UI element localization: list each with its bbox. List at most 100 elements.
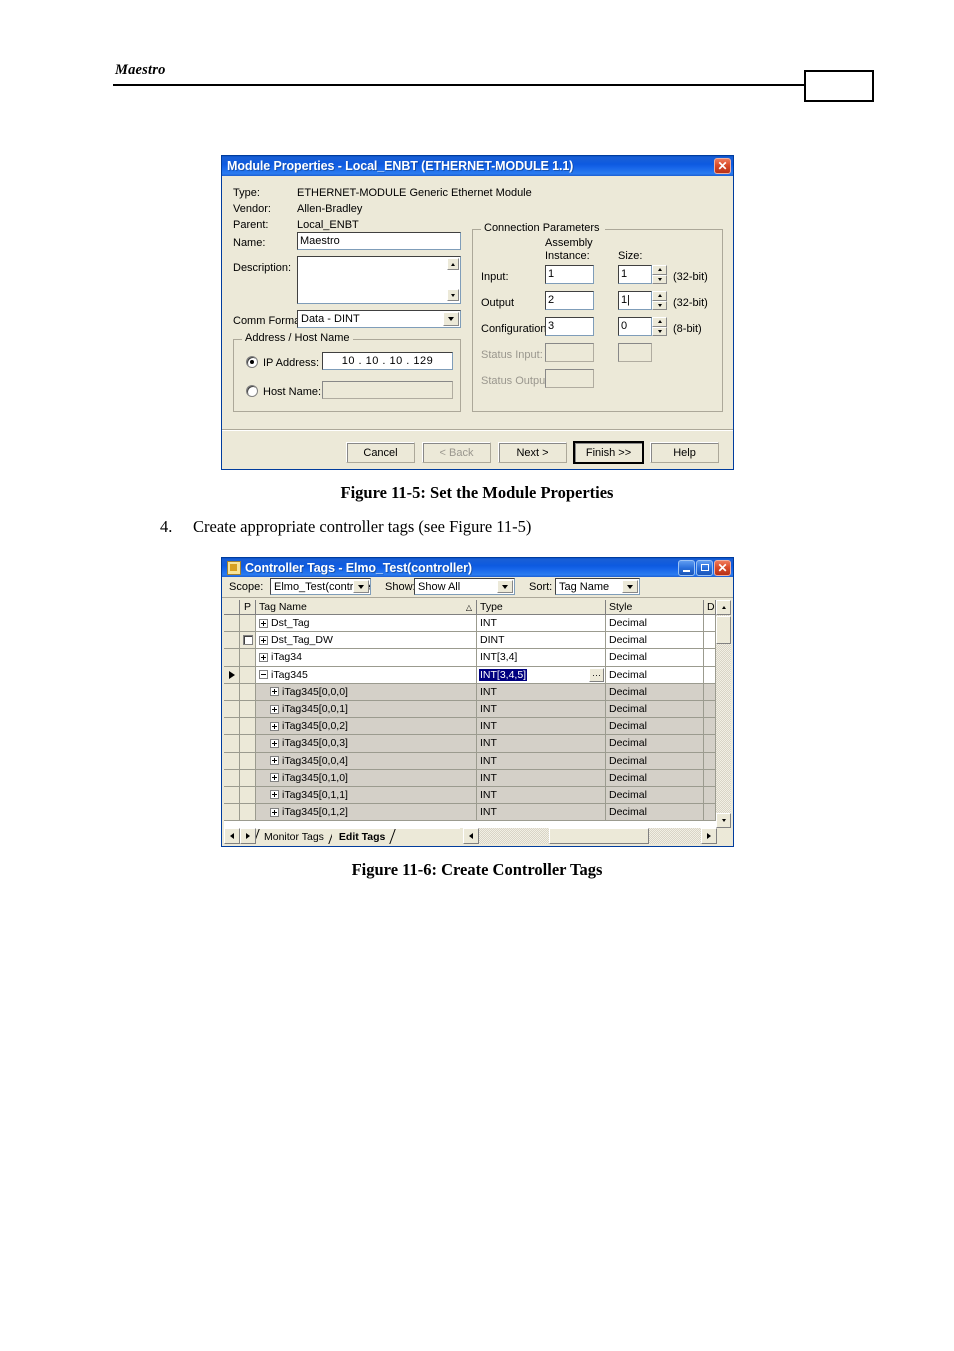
chevron-down-icon[interactable] [353,580,369,593]
scrollbar-track[interactable] [716,615,731,813]
tag-name-cell[interactable]: Dst_Tag [256,615,477,633]
expand-icon[interactable] [270,773,279,783]
row-selector-cell[interactable] [224,649,240,667]
tag-name-cell[interactable]: Dst_Tag_DW [256,632,477,650]
tag-style-cell[interactable]: Decimal [606,735,704,753]
close-icon[interactable]: ✕ [714,559,731,576]
tab-scroll-left-button[interactable] [224,828,240,844]
tag-name-cell[interactable]: iTag345[0,0,4] [256,752,477,770]
row-p-cell[interactable] [240,615,256,633]
tag-name-cell[interactable]: iTag345[0,0,2] [256,718,477,736]
tag-type-cell[interactable]: INT[3,4] [477,649,606,667]
name-input[interactable]: Maestro [297,232,461,250]
tag-style-cell[interactable]: Decimal [606,615,704,633]
tag-description-cell[interactable] [704,718,716,736]
row-selector-cell[interactable] [224,752,240,770]
ip-address-input[interactable]: 10 . 10 . 10 . 129 [322,352,453,370]
tags-grid[interactable]: P Tag Name △ Type Style D Dst_Tag INT Deci… [224,600,731,828]
table-row[interactable]: Dst_Tag_DW DINT Decimal [224,632,731,650]
table-row[interactable]: iTag345[0,1,0] INT Decimal [224,769,731,787]
tag-type-cell[interactable]: INT [477,769,606,787]
grid-horizontal-scrollbar[interactable] [463,828,717,844]
grid-vertical-scrollbar[interactable] [716,600,731,828]
table-row[interactable]: iTag34 INT[3,4] Decimal [224,649,731,667]
row-selector-cell[interactable] [224,700,240,719]
tag-description-cell[interactable] [704,615,716,633]
tag-description-cell[interactable] [704,752,716,770]
row-p-cell[interactable] [240,769,256,787]
chevron-down-icon[interactable] [497,580,513,593]
row-selector-cell[interactable] [224,735,240,753]
row-selector-cell[interactable] [224,769,240,787]
table-row[interactable]: iTag345[0,0,3] INT Decimal [224,735,731,753]
expand-icon[interactable] [270,756,279,766]
input-instance-input[interactable]: 1 [545,265,594,284]
ellipsis-button[interactable]: ··· [589,667,604,682]
hscroll-right-button[interactable] [701,828,717,844]
row-selector-cell[interactable] [224,683,240,701]
table-row[interactable]: iTag345[0,0,2] INT Decimal [224,718,731,736]
expand-icon[interactable] [259,618,268,628]
chevron-down-icon[interactable] [622,580,638,593]
row-p-cell[interactable] [240,718,256,736]
tag-description-cell[interactable] [704,786,716,805]
table-row[interactable]: Dst_Tag INT Decimal [224,615,731,633]
configuration-size-input[interactable]: 0 [618,317,652,336]
host-name-radio[interactable] [246,385,258,397]
collapse-icon[interactable] [259,670,268,680]
tag-name-cell[interactable]: iTag345 [256,666,477,684]
input-size-input[interactable]: 1 [618,265,652,284]
tag-name-cell[interactable]: iTag345[0,1,2] [256,804,477,822]
hscrollbar-thumb[interactable] [549,828,649,844]
expand-icon[interactable] [270,738,279,748]
table-row[interactable]: iTag345[0,0,4] INT Decimal [224,752,731,770]
row-p-cell[interactable] [240,804,256,822]
tag-description-cell[interactable] [704,804,716,822]
table-row[interactable]: iTag345[0,1,1] INT Decimal [224,786,731,805]
configuration-size-stepper[interactable] [652,317,667,336]
produced-checkbox[interactable] [242,635,253,646]
tag-description-cell[interactable] [704,735,716,753]
tag-name-cell[interactable]: iTag345[0,1,0] [256,769,477,787]
tag-name-cell[interactable]: iTag345[0,0,1] [256,700,477,719]
output-instance-input[interactable]: 2 [545,291,594,310]
tag-style-cell[interactable]: Decimal [606,649,704,667]
stepper-up[interactable] [652,291,667,301]
tag-type-cell[interactable]: INT [477,718,606,736]
configuration-instance-input[interactable]: 3 [545,317,594,336]
row-p-cell[interactable] [240,632,256,650]
tag-type-editor[interactable]: INT[3,4,5] ··· [477,666,606,684]
expand-icon[interactable] [270,790,279,800]
stepper-up[interactable] [652,317,667,327]
back-button[interactable]: < Back [422,442,491,463]
scroll-up-icon[interactable] [716,600,731,615]
tag-name-cell[interactable]: iTag345[0,0,0] [256,683,477,701]
row-selector-cell[interactable] [224,615,240,633]
stepper-up[interactable] [652,265,667,275]
tab-edit-tags[interactable]: Edit Tags [331,829,393,844]
tag-type-cell[interactable]: INT [477,752,606,770]
row-p-cell[interactable] [240,752,256,770]
output-size-stepper[interactable] [652,291,667,310]
tab-monitor-tags[interactable]: Monitor Tags [257,829,331,844]
row-p-cell[interactable] [240,649,256,667]
tag-style-cell[interactable]: Decimal [606,683,704,701]
row-p-cell[interactable] [240,683,256,701]
tag-description-cell[interactable] [704,700,716,719]
tag-type-cell[interactable]: DINT [477,632,606,650]
next-button[interactable]: Next > [498,442,567,463]
description-input[interactable] [297,256,461,304]
row-p-cell[interactable] [240,735,256,753]
help-button[interactable]: Help [650,442,719,463]
table-row[interactable]: iTag345[0,1,2] INT Decimal [224,804,731,822]
comm-format-select[interactable]: Data - DINT [297,310,461,328]
tag-name-cell[interactable]: iTag34 [256,649,477,667]
output-size-input[interactable]: 1| [618,291,652,310]
expand-icon[interactable] [270,807,279,817]
ip-address-radio[interactable] [246,356,258,368]
tag-style-cell[interactable]: Decimal [606,769,704,787]
row-selector-cell[interactable] [224,804,240,822]
hscrollbar-track[interactable] [479,828,701,844]
tag-description-cell[interactable] [704,632,716,650]
row-p-cell[interactable] [240,700,256,719]
